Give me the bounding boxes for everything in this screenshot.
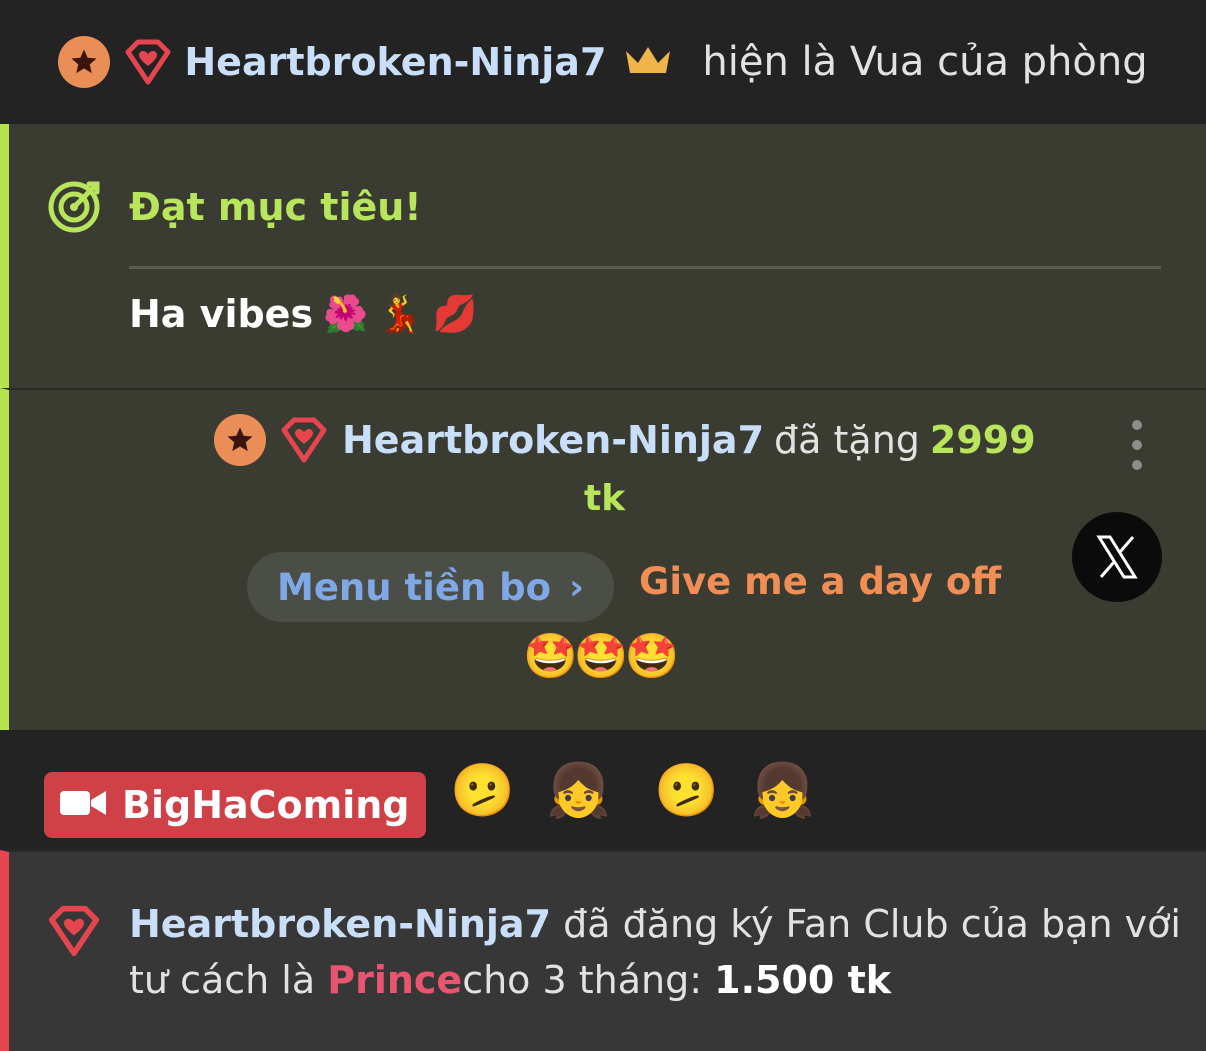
fan-club-message: Heartbroken-Ninja7 đã đăng ký Fan Club c… [129,896,1189,1008]
goal-title: Đạt mục tiêu! [129,185,422,229]
fan-text-2: cho 3 tháng: [462,958,703,1002]
goal-message-text: Ha vibes [129,292,314,336]
fan-rank: Prince [327,958,463,1002]
fan-price: 1.500 tk [714,958,892,1002]
more-options-icon[interactable] [1127,420,1147,470]
heart-badge-icon [45,902,103,964]
tip-unit: tk [584,478,626,519]
stream-label: BigHaComing [122,783,410,827]
tip-gave-text: đã tặng [774,418,920,462]
video-camera-icon [60,788,106,822]
star-badge-icon [58,36,111,88]
stream-badge[interactable]: BigHaComing [44,772,426,838]
girl-emoji: 👧 [546,761,611,821]
goal-reached-card: Đạt mục tiêu! Ha vibes 🌺 💃 💋 [0,124,1206,388]
tip-menu-button[interactable]: Menu tiền bo › [247,552,614,622]
chevron-right-icon: › [569,566,584,608]
king-username[interactable]: Heartbroken-Ninja7 [184,40,606,84]
hibiscus-emoji: 🌺 [323,294,368,335]
fan-club-card: Heartbroken-Ninja7 đã đăng ký Fan Club c… [0,850,1206,1051]
kiss-emoji: 💋 [432,294,478,335]
tip-amount: 2999 [929,418,1036,462]
king-announcement: Heartbroken-Ninja7 hiện là Vua của phòng [0,0,1206,124]
girl-emoji: 👧 [750,761,815,821]
face-emoji: 🫤 [654,761,719,821]
star-struck-emojis: 🤩🤩🤩 [523,631,679,682]
fan-username[interactable]: Heartbroken-Ninja7 [129,902,551,946]
tip-username[interactable]: Heartbroken-Ninja7 [342,418,764,462]
tip-note: Give me a day off [639,560,1002,603]
dancer-emoji: 💃 [377,294,423,335]
tip-menu-label: Menu tiền bo [277,565,552,609]
x-logo-icon[interactable] [1072,512,1162,602]
star-badge-icon [214,414,266,466]
tip-message-card: Heartbroken-Ninja7 đã tặng 2999 tk Menu … [0,388,1206,730]
goal-divider [129,266,1161,269]
crown-icon [624,43,672,81]
face-emoji: 🫤 [450,761,515,821]
goal-message: Ha vibes 🌺 💃 💋 [129,292,478,336]
heart-badge-icon [276,412,332,468]
target-icon [47,176,105,238]
king-status-text: hiện là Vua của phòng [702,39,1148,85]
stream-row: BigHaComing 🫤 👧 🫤 👧 [0,730,1206,850]
heart-badge-icon [120,34,176,90]
